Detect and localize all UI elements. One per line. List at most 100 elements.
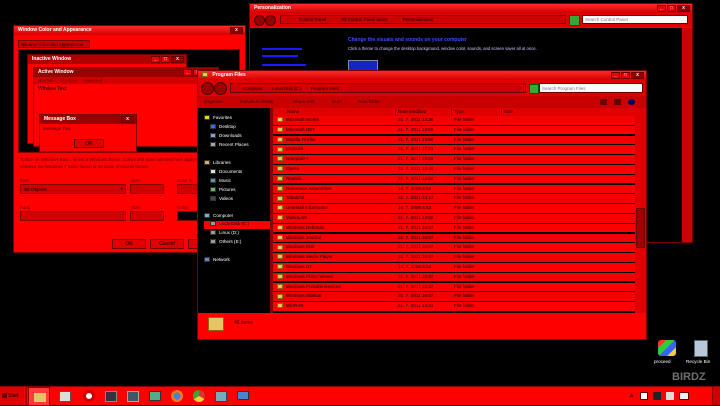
preview-pane-icon[interactable]: [614, 99, 621, 105]
minimize-button[interactable]: _: [657, 5, 666, 12]
organize-button[interactable]: Organize: [204, 96, 223, 108]
nav-local-disk[interactable]: Local Disk (C:): [204, 221, 270, 229]
column-type[interactable]: Type: [451, 108, 464, 116]
tab-window-color[interactable]: Window Color and Appearance: [18, 40, 90, 48]
personalization-scrollbar[interactable]: [682, 28, 692, 242]
nav-recent[interactable]: Recent Places: [210, 142, 249, 148]
breadcrumb[interactable]: Control Panel All Control Panel Items Pe…: [280, 15, 566, 24]
personalization-titlebar[interactable]: Personalization _ □ x: [250, 4, 692, 13]
arrow-up-icon[interactable]: ▲: [628, 392, 635, 399]
desktop-icon-recycle-bin[interactable]: Recycle Bin: [686, 340, 720, 366]
ok-button[interactable]: OK: [112, 239, 146, 249]
monitor-icon[interactable]: [232, 387, 254, 406]
nav-link[interactable]: [262, 48, 302, 50]
share-with-button[interactable]: Share with: [293, 96, 315, 108]
media-icon[interactable]: [54, 387, 76, 406]
table-row[interactable]: Realtek 21. 7. 2011 12:06 File folder: [273, 174, 635, 184]
controlpanel-icon[interactable]: [210, 387, 232, 406]
table-row[interactable]: Windows Journal 21. 7. 2011 16:07 File fol…: [273, 233, 635, 243]
table-row[interactable]: Tobalcnd 21. 7. 2011 14:17 File folder: [273, 194, 635, 203]
crumb-program-files[interactable]: Program Files: [311, 86, 339, 91]
cancel-button[interactable]: Cancel: [150, 239, 184, 249]
table-row[interactable]: WinRAR 21. 7. 2011 13:31 File folder: [273, 302, 635, 311]
crumb-all-items[interactable]: All Control Panel Items: [342, 17, 388, 22]
search-control-panel-input[interactable]: [582, 15, 688, 24]
window-color-titlebar[interactable]: Window Color and Appearance x: [14, 26, 245, 35]
item-select[interactable]: 3D Objects ▾: [20, 184, 126, 194]
desktop-icon-proceed[interactable]: proceed: [654, 340, 680, 366]
volume-icon[interactable]: [653, 392, 661, 400]
crumb-personalization[interactable]: Personalization: [403, 17, 434, 22]
nav-link[interactable]: [262, 64, 306, 66]
table-row[interactable]: MSBuild 21. 7. 2011 17:51 File folder: [273, 145, 635, 154]
nav-music[interactable]: Music: [210, 178, 231, 184]
firefox-icon[interactable]: [166, 387, 188, 406]
nav-others[interactable]: Others (E:): [210, 239, 241, 245]
table-row[interactable]: Windows Mail 21. 7. 2011 16:07 File folder: [273, 243, 635, 252]
table-row[interactable]: Windows Defender 21. 7. 2011 16:07 File fo…: [273, 223, 635, 233]
close-button[interactable]: x: [230, 27, 243, 34]
nav-downloads[interactable]: Downloads: [210, 133, 242, 139]
table-row[interactable]: Opera 21. 7. 2011 13:45 File folder: [273, 165, 635, 174]
taskmgr-icon[interactable]: [100, 387, 122, 406]
table-row[interactable]: Microsoft Works 21. 7. 2011 13:39 File fol…: [273, 116, 635, 125]
table-row[interactable]: Uninstall Information 14. 7. 2009 6:53 Fil…: [273, 204, 635, 213]
keyboard-icon[interactable]: [679, 392, 689, 400]
scroll-thumb[interactable]: [636, 208, 645, 248]
maximize-button[interactable]: □: [667, 5, 676, 12]
nav-favorites[interactable]: Favorites: [204, 115, 232, 121]
size-spinner[interactable]: [130, 184, 164, 194]
search-program-files-input[interactable]: [539, 83, 643, 93]
help-icon[interactable]: [628, 99, 635, 105]
new-folder-button[interactable]: New folder: [358, 96, 380, 108]
nav-network[interactable]: Network: [204, 257, 230, 263]
show-desktop-button[interactable]: [712, 387, 720, 405]
network-icon[interactable]: [122, 387, 144, 406]
start-button[interactable]: Start: [0, 387, 24, 405]
column-size[interactable]: Size: [501, 108, 513, 116]
nav-libraries[interactable]: Libraries: [204, 160, 231, 166]
nav-videos[interactable]: Videos: [210, 196, 233, 202]
table-row[interactable]: Mozilla Firefox 21. 7. 2011 13:59 File fol…: [273, 135, 635, 145]
chevron-down-icon[interactable]: ▾: [120, 185, 123, 194]
table-row[interactable]: Windows Photo Viewer 21. 7. 2011 16:07 Fil…: [273, 272, 635, 282]
close-button[interactable]: x: [631, 72, 644, 79]
table-row[interactable]: Windows Sidebar 21. 7. 2011 16:07 File fol…: [273, 292, 635, 301]
explorer-titlebar[interactable]: Program Files _ □ x: [198, 71, 646, 80]
table-row[interactable]: Windows Media Player 21. 7. 2011 16:07 Fil…: [273, 253, 635, 262]
chrome-icon[interactable]: [188, 387, 210, 406]
forward-icon[interactable]: [265, 15, 276, 26]
vertical-scrollbar[interactable]: [635, 108, 646, 313]
nav-desktop[interactable]: Desktop: [210, 124, 236, 130]
table-row[interactable]: Microsoft.NET 21. 7. 2011 18:09 File folde…: [273, 125, 635, 135]
headphones-icon[interactable]: [78, 387, 100, 406]
font-select[interactable]: [20, 211, 126, 221]
maximize-button[interactable]: □: [621, 72, 630, 79]
nav-linux[interactable]: Linux (D:): [210, 230, 239, 236]
table-row[interactable]: Notepad++ 21. 7. 2011 19:03 File folder: [273, 155, 635, 164]
column-name[interactable]: Name: [287, 108, 299, 116]
views-icon[interactable]: [600, 99, 607, 105]
table-row[interactable]: Windows NT 14. 7. 2009 6:52 File folder: [273, 263, 635, 272]
nav-documents[interactable]: Documents: [210, 169, 242, 175]
nav-link[interactable]: [262, 55, 298, 57]
table-row[interactable]: Reference Assemblies 14. 7. 2009 6:52 File…: [273, 184, 635, 194]
column-date[interactable]: Date modified: [395, 108, 426, 116]
crumb-control-panel[interactable]: Control Panel: [299, 17, 326, 22]
minimize-button[interactable]: _: [611, 72, 620, 79]
table-row[interactable]: VideoLAN 21. 7. 2011 13:08 File folder: [273, 214, 635, 223]
refresh-icon[interactable]: [569, 15, 580, 26]
explorer-icon[interactable]: [28, 387, 50, 406]
back-icon[interactable]: [201, 82, 214, 95]
include-in-library-button[interactable]: Include in library: [240, 96, 273, 108]
flag-icon[interactable]: [640, 392, 648, 400]
back-icon[interactable]: [254, 15, 265, 26]
nav-computer[interactable]: Computer: [204, 213, 233, 219]
refresh-icon[interactable]: [529, 84, 539, 94]
display-icon[interactable]: [144, 387, 166, 406]
crumb-computer[interactable]: Computer: [243, 86, 263, 91]
burn-button[interactable]: Burn: [332, 96, 342, 108]
nav-pictures[interactable]: Pictures: [210, 187, 236, 193]
table-row[interactable]: Windows Portable Devices 21. 7. 2011 16:0…: [273, 282, 635, 292]
breadcrumb[interactable]: Computer Local Disk (C:) Program Files: [230, 83, 526, 93]
